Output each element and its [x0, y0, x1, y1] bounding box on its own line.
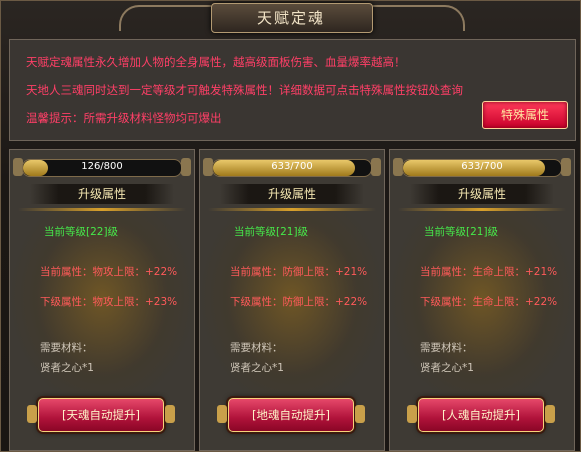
info-line-3: 温馨提示：所需升级材料怪物均可爆出: [26, 111, 222, 125]
progress-bar: 126/800: [22, 159, 182, 177]
gold-divider: [398, 208, 566, 211]
current-level: 当前等级[21]级: [424, 226, 499, 238]
progress-bar: 633/700: [402, 159, 562, 177]
progress-bar: 633/700: [212, 159, 372, 177]
material-item: 贤者之心*1: [40, 362, 94, 374]
special-attribute-button[interactable]: 特殊属性: [482, 101, 568, 129]
current-attribute: 当前属性：防御上限：+21%: [230, 266, 368, 278]
material-item: 贤者之心*1: [420, 362, 474, 374]
progress-text: 126/800: [81, 161, 123, 172]
title-ornament-right: [373, 5, 465, 31]
materials-label: 需要材料：: [40, 342, 93, 354]
bar-cap-right: [181, 158, 191, 176]
title-bar: 天赋定魂: [1, 1, 581, 35]
material-item: 贤者之心*1: [230, 362, 284, 374]
title-ornament-left: [119, 5, 211, 31]
current-level: 当前等级[21]级: [234, 226, 309, 238]
progress-text: 633/700: [461, 161, 503, 172]
info-line-2: 天地人三魂同时达到一定等级才可触发特殊属性！详细数据可点击特殊属性按钮处查询: [26, 83, 463, 97]
current-level: 当前等级[22]级: [44, 226, 119, 238]
earth-soul-auto-upgrade-button[interactable]: [地魂自动提升]: [217, 398, 365, 432]
soul-panel-earth: 633/700 升级属性 当前等级[21]级 当前属性：防御上限：+21% 下级…: [199, 149, 385, 451]
materials-label: 需要材料：: [230, 342, 283, 354]
info-line-1: 天赋定魂属性永久增加人物的全身属性，越高级面板伤害、血量爆率越高！: [26, 55, 406, 69]
next-attribute: 下级属性：生命上限：+22%: [420, 296, 558, 308]
talent-soul-window: 天赋定魂 天赋定魂属性永久增加人物的全身属性，越高级面板伤害、血量爆率越高！ 天…: [0, 0, 581, 452]
soul-panel-human: 633/700 升级属性 当前等级[21]级 当前属性：生命上限：+21% 下级…: [389, 149, 575, 451]
gold-divider: [18, 208, 186, 211]
current-attribute: 当前属性：生命上限：+21%: [420, 266, 558, 278]
section-title: 升级属性: [220, 184, 364, 204]
current-attribute: 当前属性：物攻上限：+22%: [40, 266, 178, 278]
bar-cap-right: [561, 158, 571, 176]
section-title: 升级属性: [30, 184, 174, 204]
bar-cap-right: [371, 158, 381, 176]
soul-panel-heaven: 126/800 升级属性 当前等级[22]级 当前属性：物攻上限：+22% 下级…: [9, 149, 195, 451]
next-attribute: 下级属性：物攻上限：+23%: [40, 296, 178, 308]
gold-divider: [208, 208, 376, 211]
heaven-soul-auto-upgrade-button[interactable]: [天魂自动提升]: [27, 398, 175, 432]
next-attribute: 下级属性：防御上限：+22%: [230, 296, 368, 308]
materials-label: 需要材料：: [420, 342, 473, 354]
section-title: 升级属性: [410, 184, 554, 204]
progress-text: 633/700: [271, 161, 313, 172]
window-title: 天赋定魂: [256, 9, 325, 27]
human-soul-auto-upgrade-button[interactable]: [人魂自动提升]: [407, 398, 555, 432]
